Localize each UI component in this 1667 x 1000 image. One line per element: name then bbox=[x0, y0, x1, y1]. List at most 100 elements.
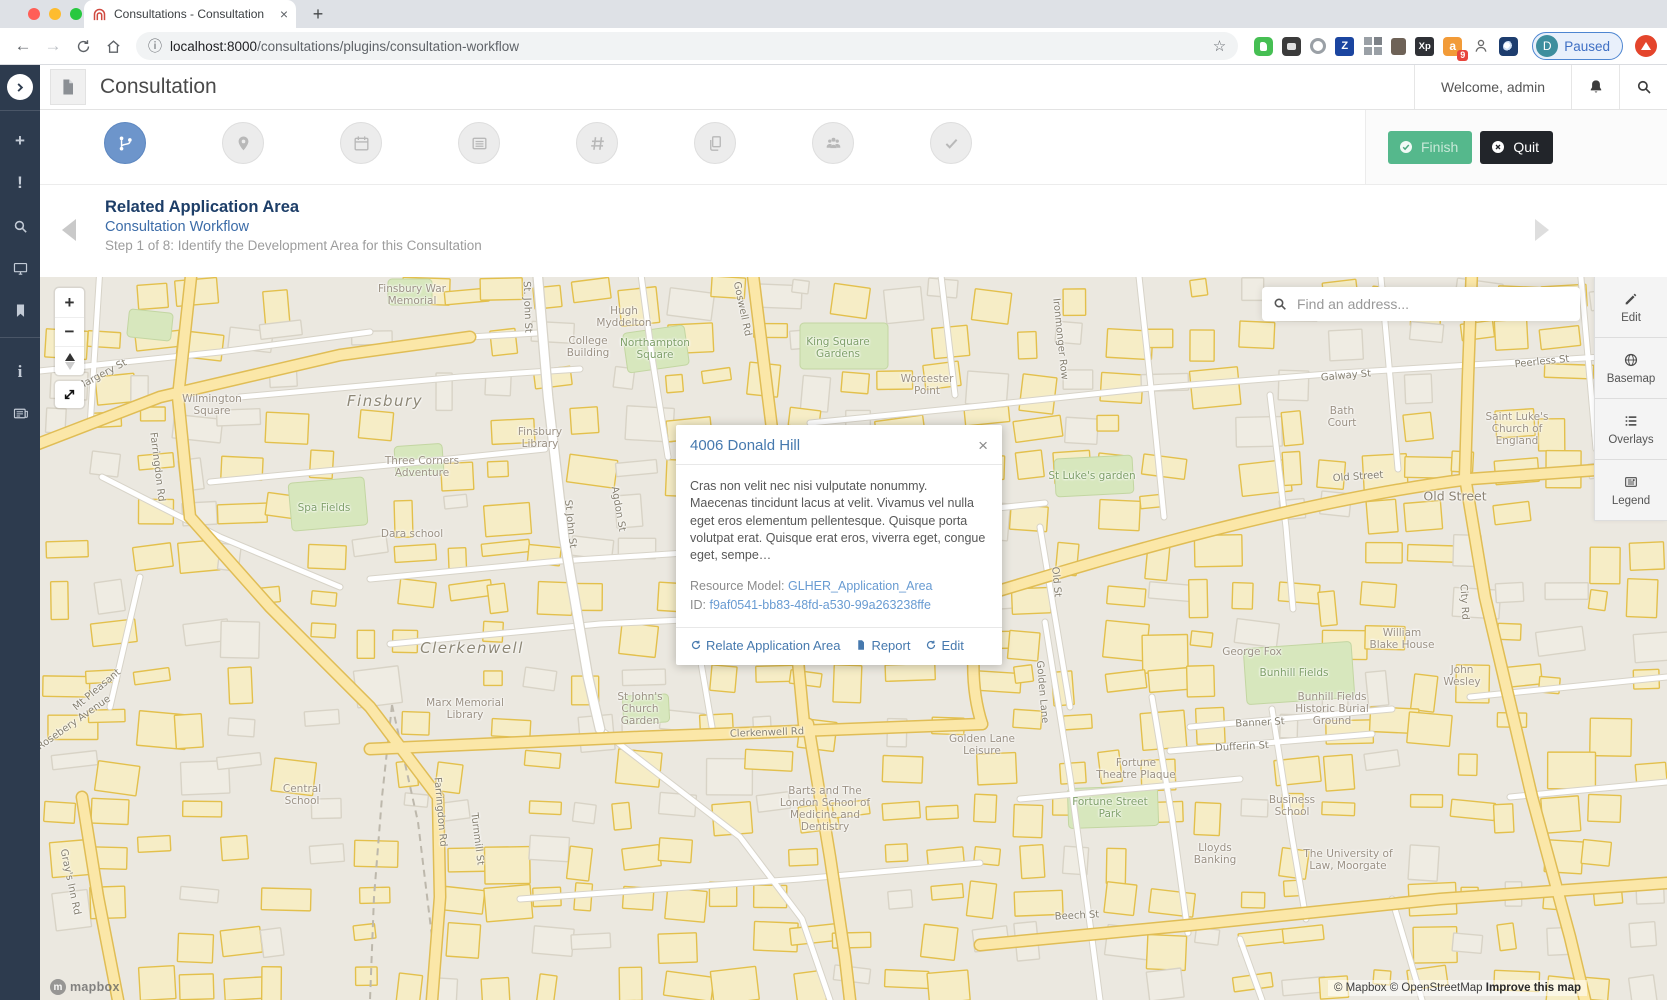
back-button[interactable]: ← bbox=[10, 33, 36, 59]
extension-red-icon[interactable] bbox=[1635, 35, 1657, 57]
users-icon bbox=[824, 134, 843, 153]
resource-model-link[interactable]: GLHER_Application_Area bbox=[788, 579, 933, 593]
sidebar-item-exclamation[interactable]: ! bbox=[0, 169, 40, 195]
sidebar-item-newspaper[interactable] bbox=[0, 400, 40, 426]
legend-icon bbox=[1623, 474, 1639, 490]
sidebar-divider bbox=[0, 110, 40, 111]
resource-id-link[interactable]: f9af0541-bb83-48fd-a530-99a263238ffe bbox=[709, 598, 931, 612]
browser-toolbar: ← → ⓘ localhost:8000/consultations/plugi… bbox=[0, 28, 1667, 65]
notifications-button[interactable] bbox=[1571, 65, 1619, 109]
finish-button[interactable]: Finish bbox=[1388, 131, 1472, 164]
address-search-input[interactable] bbox=[1297, 296, 1570, 312]
workflow-actions: Finish Quit bbox=[1365, 110, 1667, 184]
sidebar-item-bookmark[interactable] bbox=[0, 297, 40, 323]
improve-map-link[interactable]: Improve this map bbox=[1486, 982, 1581, 994]
forward-button[interactable]: → bbox=[40, 33, 66, 59]
extensions-row: Z Xp a9 bbox=[1250, 37, 1522, 56]
workflow-step-users[interactable] bbox=[812, 122, 854, 164]
circle-x-icon bbox=[1490, 139, 1506, 155]
reload-button[interactable] bbox=[70, 33, 96, 59]
workflow-step-files[interactable] bbox=[694, 122, 736, 164]
xp-extension-icon[interactable]: Xp bbox=[1415, 37, 1434, 56]
branch-icon bbox=[116, 134, 135, 153]
search-button[interactable] bbox=[1619, 65, 1667, 109]
circle-check-icon bbox=[1398, 139, 1414, 155]
site-info-icon[interactable]: ⓘ bbox=[148, 36, 162, 56]
url-text: localhost:8000/consultations/plugins/con… bbox=[170, 39, 1205, 54]
close-window-button[interactable] bbox=[28, 8, 40, 20]
zoom-in-button[interactable]: + bbox=[55, 288, 84, 317]
zotero-extension-icon[interactable]: Z bbox=[1335, 37, 1354, 56]
resource-doc-badge bbox=[50, 69, 86, 105]
popup-actions: Relate Application Area Report Edit bbox=[676, 627, 1002, 665]
workflow-step-calendar[interactable] bbox=[340, 122, 382, 164]
grid-extension-icon[interactable] bbox=[1363, 37, 1382, 56]
sidebar-item-plus[interactable]: + bbox=[0, 127, 40, 153]
tab-close-icon[interactable]: × bbox=[280, 7, 288, 21]
page-title: Consultation bbox=[100, 75, 217, 99]
quit-label: Quit bbox=[1513, 139, 1539, 155]
map-tool-edit[interactable]: Edit bbox=[1595, 277, 1667, 338]
compass-button[interactable] bbox=[55, 346, 84, 375]
sidebar-item-chevron-right-circle[interactable] bbox=[0, 74, 40, 100]
map-tool-label: Legend bbox=[1612, 495, 1650, 507]
person-extension-icon[interactable] bbox=[1471, 37, 1490, 56]
map-zoom-control: + − bbox=[55, 288, 84, 375]
previous-step-arrow[interactable] bbox=[62, 219, 76, 241]
map-tool-label: Basemap bbox=[1607, 373, 1656, 385]
calendar-icon bbox=[352, 134, 371, 153]
hash-icon bbox=[588, 134, 607, 153]
step-title: Related Application Area bbox=[105, 198, 482, 217]
map-feature-popup: 4006 Donald Hill × Cras non velit nec ni… bbox=[676, 425, 1002, 665]
amazon-extension-icon[interactable]: a9 bbox=[1443, 37, 1462, 56]
new-tab-button[interactable]: + bbox=[306, 3, 330, 25]
popup-close-icon[interactable]: × bbox=[978, 437, 988, 454]
app-sidebar: +! i bbox=[0, 65, 40, 1000]
home-button[interactable] bbox=[100, 33, 126, 59]
sidebar-item-info[interactable]: i bbox=[0, 358, 40, 384]
globe-extension-icon[interactable] bbox=[1499, 37, 1518, 56]
popup-title: 4006 Donald Hill bbox=[690, 437, 978, 454]
workflow-step-table[interactable] bbox=[458, 122, 500, 164]
ring-extension-icon[interactable] bbox=[1310, 38, 1326, 54]
zoom-out-button[interactable]: − bbox=[55, 317, 84, 346]
search-icon bbox=[1635, 78, 1653, 96]
fullscreen-button[interactable] bbox=[55, 381, 84, 408]
map-tool-overlays[interactable]: Overlays bbox=[1595, 399, 1667, 460]
overlays-icon bbox=[1623, 413, 1639, 429]
workflow-step-hash[interactable] bbox=[576, 122, 618, 164]
bookmark-star-icon[interactable]: ☆ bbox=[1213, 37, 1226, 55]
profile-chip[interactable]: D Paused bbox=[1532, 32, 1623, 60]
popup-action-relate-application-area[interactable]: Relate Application Area bbox=[690, 638, 840, 653]
extension-badge: 9 bbox=[1457, 50, 1468, 61]
maximize-window-button[interactable] bbox=[70, 8, 82, 20]
address-bar[interactable]: ⓘ localhost:8000/consultations/plugins/c… bbox=[136, 32, 1238, 60]
table-icon bbox=[470, 134, 489, 153]
welcome-text[interactable]: Welcome, admin bbox=[1414, 65, 1571, 109]
workflow-step-branch[interactable] bbox=[104, 122, 146, 164]
search-icon bbox=[1272, 296, 1288, 312]
popup-action-report[interactable]: Report bbox=[855, 638, 910, 653]
browser-tab[interactable]: Consultations - Consultation × bbox=[84, 0, 296, 28]
url-path: /consultations/plugins/consultation-work… bbox=[257, 39, 519, 54]
document-icon bbox=[58, 77, 78, 97]
resource-model-row: Resource Model: GLHER_Application_Area bbox=[690, 577, 988, 596]
minimize-window-button[interactable] bbox=[49, 8, 61, 20]
quit-button[interactable]: Quit bbox=[1480, 131, 1553, 164]
app-header: Consultation Welcome, admin bbox=[40, 65, 1667, 110]
stamp-extension-icon[interactable] bbox=[1391, 38, 1406, 55]
evernote-extension-icon[interactable] bbox=[1254, 37, 1273, 56]
robot-extension-icon[interactable] bbox=[1282, 37, 1301, 56]
workflow-step-map-marker[interactable] bbox=[222, 122, 264, 164]
mapbox-logo[interactable]: m mapbox bbox=[50, 979, 120, 995]
workflow-name: Consultation Workflow bbox=[105, 219, 482, 235]
attribution-links[interactable]: © Mapbox © OpenStreetMap bbox=[1334, 982, 1483, 994]
popup-action-edit[interactable]: Edit bbox=[925, 638, 963, 653]
next-step-arrow[interactable] bbox=[1535, 219, 1549, 241]
sidebar-item-monitor[interactable] bbox=[0, 255, 40, 281]
sidebar-item-search[interactable] bbox=[0, 213, 40, 239]
workflow-step-check[interactable] bbox=[930, 122, 972, 164]
map-tool-basemap[interactable]: Basemap bbox=[1595, 338, 1667, 399]
map-tool-legend[interactable]: Legend bbox=[1595, 460, 1667, 521]
map-marker-icon bbox=[234, 134, 253, 153]
